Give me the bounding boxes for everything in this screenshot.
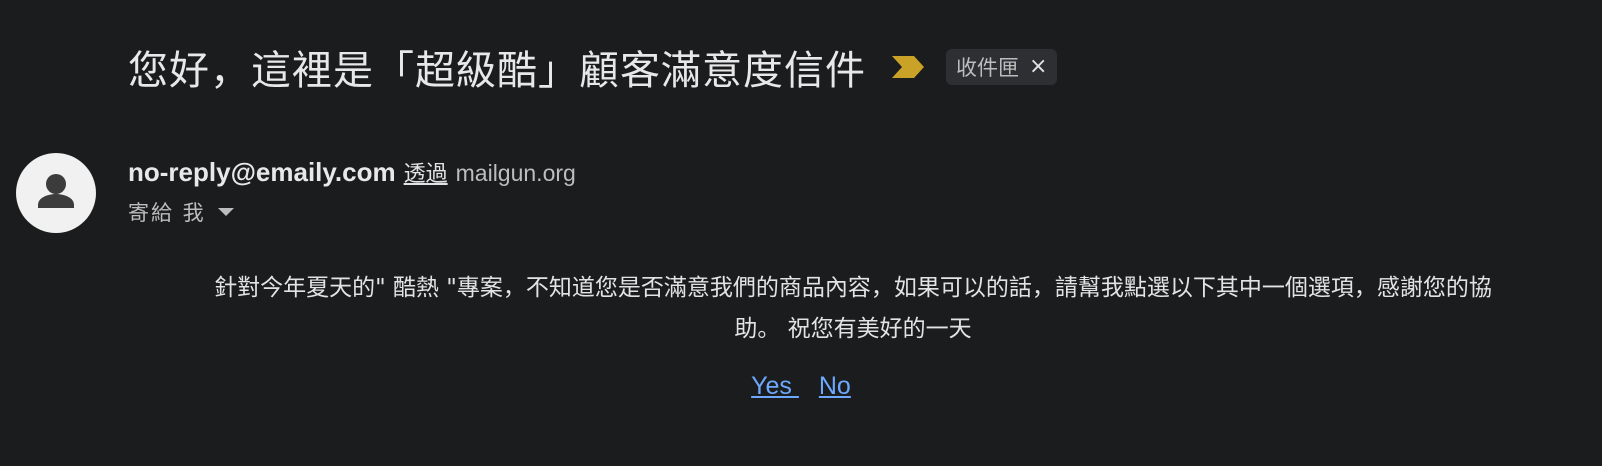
chevron-down-icon[interactable] — [217, 208, 234, 216]
sender-line: no-reply@emaily.com 透過 mailgun.org — [128, 156, 576, 188]
remove-label-close-icon[interactable]: × — [1029, 56, 1047, 78]
person-icon — [38, 174, 74, 208]
sender-email[interactable]: no-reply@emaily.com — [128, 157, 396, 188]
label-chip-text: 收件匣 — [956, 56, 1019, 80]
inbox-label-chip: 收件匣 × — [946, 49, 1058, 85]
recipient-line: 寄給 我 — [128, 197, 234, 227]
importance-marker-icon[interactable] — [892, 54, 926, 80]
email-subject: 您好，這裡是「超級酷」顧客滿意度信件 — [128, 48, 866, 94]
avatar[interactable] — [16, 153, 96, 233]
yes-link[interactable]: Yes — [751, 372, 799, 400]
recipient-label: 寄給 我 — [128, 201, 206, 225]
via-link[interactable]: 透過 — [404, 156, 448, 188]
email-body: 針對今年夏天的" 酷熱 "專案，不知道您是否滿意我們的商品內容，如果可以的話，請… — [128, 268, 1578, 350]
subject-row: 您好，這裡是「超級酷」顧客滿意度信件 收件匣 × — [128, 38, 1058, 96]
no-link[interactable]: No — [819, 372, 851, 400]
email-view: 您好，這裡是「超級酷」顧客滿意度信件 收件匣 × no-reply@emaily… — [0, 0, 1602, 466]
body-line-1: 針對今年夏天的" 酷熱 "專案，不知道您是否滿意我們的商品內容，如果可以的話，請… — [214, 275, 1492, 301]
body-line-2: 助。 祝您有美好的一天 — [734, 316, 972, 342]
survey-options: Yes No — [0, 372, 1602, 401]
via-domain: mailgun.org — [455, 160, 576, 186]
